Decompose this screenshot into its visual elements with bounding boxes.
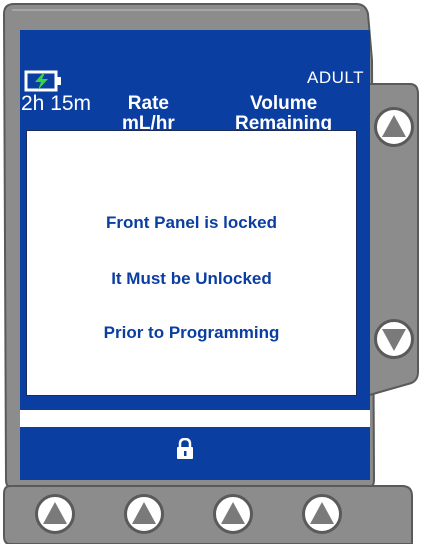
softkey-4-button[interactable]: [302, 494, 342, 534]
rate-header-label: Rate: [127, 93, 169, 114]
down-arrow-icon: [382, 329, 406, 351]
softkey-1-button[interactable]: [35, 494, 75, 534]
infusion-pump-device: 2h 15m ADULT Rate mL/hr Volume Remaining…: [0, 0, 421, 544]
up-arrow-icon: [132, 502, 156, 524]
softkey-3-button[interactable]: [213, 494, 253, 534]
lock-message-dialog: Front Panel is locked It Must be Unlocke…: [26, 130, 357, 396]
dialog-message-line-2: It Must be Unlocked: [111, 269, 272, 288]
up-arrow-icon: [310, 502, 334, 524]
side-down-button[interactable]: [374, 319, 414, 359]
dialog-message-line-3: Prior to Programming: [103, 323, 280, 342]
up-arrow-icon: [221, 502, 245, 524]
up-arrow-icon: [382, 115, 406, 137]
pump-display: 2h 15m ADULT Rate mL/hr Volume Remaining…: [20, 30, 370, 480]
volume-column-header: Volume Remaining: [235, 94, 332, 134]
softkey-2-button[interactable]: [124, 494, 164, 534]
battery-charging-icon: [24, 70, 61, 92]
up-arrow-icon: [43, 502, 67, 524]
patient-mode-label: ADULT: [307, 68, 364, 87]
rate-column-header: Rate mL/hr: [122, 94, 175, 134]
lock-icon: [177, 438, 193, 459]
status-divider: [20, 410, 370, 427]
side-up-button[interactable]: [374, 107, 414, 147]
dialog-message-line-1: Front Panel is locked: [106, 213, 277, 232]
battery-time-remaining: 2h 15m: [21, 92, 92, 115]
volume-header-label: Volume: [249, 93, 318, 114]
